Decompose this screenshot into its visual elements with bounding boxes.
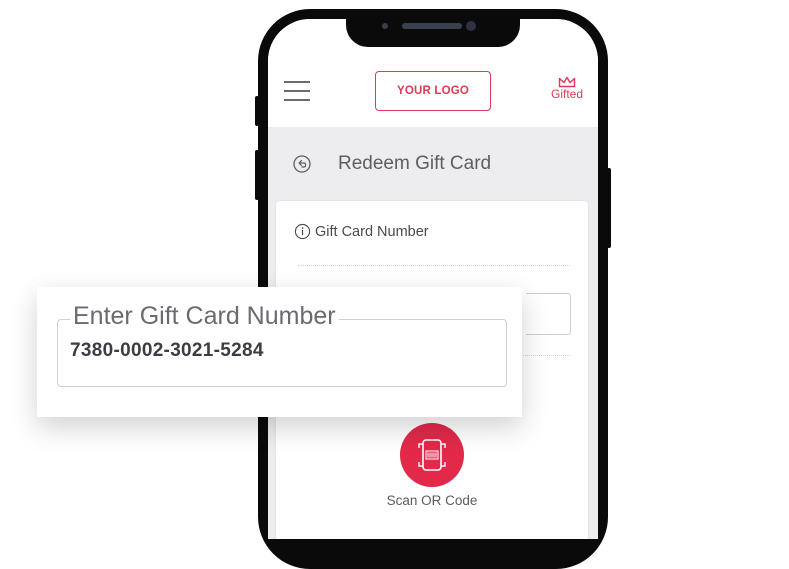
barcode-scan-icon — [418, 439, 446, 471]
divider — [298, 265, 570, 266]
gift-card-number-field[interactable]: Enter Gift Card Number 7380-0002-3021-52… — [57, 301, 507, 387]
phone-screen: YOUR LOGO Gifted Redeem Gift Card Gift C… — [268, 19, 598, 539]
zoom-callout: Enter Gift Card Number 7380-0002-3021-52… — [37, 287, 522, 417]
gifted-brand[interactable]: Gifted — [542, 76, 592, 101]
phone-power-button — [607, 168, 611, 248]
phone-side-button — [255, 96, 259, 126]
scan-label: Scan OR Code — [386, 493, 478, 508]
scan-button[interactable] — [400, 423, 464, 487]
phone-notch — [346, 9, 520, 47]
brand-label: Gifted — [550, 87, 583, 101]
hamburger-icon[interactable] — [284, 81, 310, 101]
phone-volume-button — [255, 150, 259, 200]
field-value[interactable]: 7380-0002-3021-5284 — [70, 340, 264, 362]
card-section-title: Gift Card Number — [294, 223, 429, 240]
logo-button[interactable]: YOUR LOGO — [375, 71, 491, 111]
speaker-grille — [402, 23, 462, 29]
camera-lens — [466, 21, 476, 31]
page-title-row: Redeem Gift Card — [292, 149, 491, 179]
back-icon[interactable] — [292, 154, 312, 174]
info-icon — [294, 223, 311, 240]
section-label: Gift Card Number — [315, 223, 429, 240]
field-label: Enter Gift Card Number — [70, 301, 339, 331]
gift-card-input-edge[interactable] — [526, 293, 571, 335]
page-title: Redeem Gift Card — [338, 153, 492, 174]
sensor-dot — [382, 23, 388, 29]
